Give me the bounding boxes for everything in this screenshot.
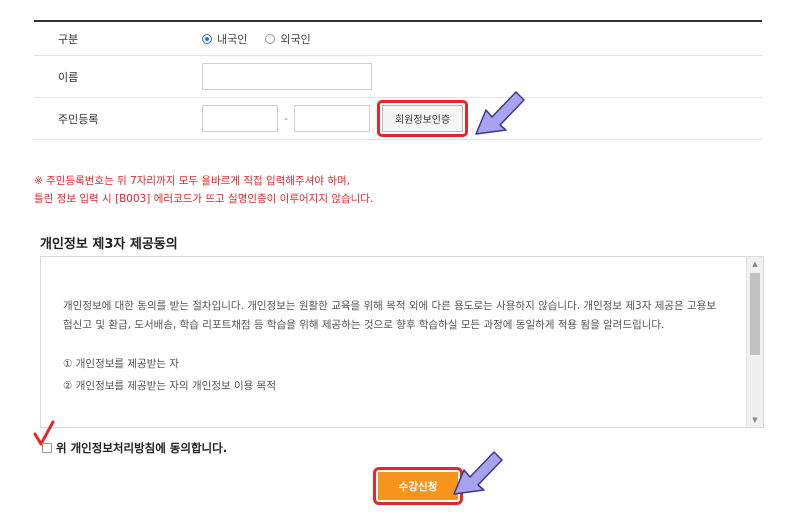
row-rrn: 주민등록 - 회원정보인증 bbox=[34, 98, 762, 140]
name-input[interactable] bbox=[202, 63, 372, 90]
terms-item-1: ① 개인정보를 제공받는 자 bbox=[63, 358, 180, 370]
verify-member-button[interactable]: 회원정보인증 bbox=[376, 100, 469, 137]
terms-content: 개인정보에 대한 동의를 받는 절차입니다. 개인정보는 원활한 교육을 위해 … bbox=[63, 297, 723, 397]
scroll-down-icon[interactable]: ▼ bbox=[747, 413, 763, 427]
agree-checkbox-row[interactable]: 위 개인정보처리방침에 동의합니다. bbox=[42, 440, 227, 456]
radio-domestic[interactable]: 내국인 bbox=[202, 31, 247, 47]
radio-selected-icon[interactable] bbox=[202, 33, 212, 44]
radio-domestic-label: 내국인 bbox=[217, 32, 248, 46]
row-nationality: 구분 내국인 외국인 bbox=[34, 22, 762, 56]
name-label: 이름 bbox=[58, 70, 79, 84]
terms-scrollbar[interactable]: ▲ ▼ bbox=[746, 257, 763, 427]
terms-list: ① 개인정보를 제공받는 자 ② 개인정보를 제공받는 자의 개인정보 이용 목… bbox=[63, 353, 723, 397]
agree-label: 위 개인정보처리방침에 동의합니다. bbox=[56, 441, 228, 455]
notice-line-2: 틀린 정보 입력 시 [B003] 에러코드가 뜨고 실명인증이 이루어지지 않… bbox=[34, 193, 374, 205]
agree-checkbox[interactable] bbox=[42, 443, 52, 453]
radio-foreigner[interactable]: 외국인 bbox=[265, 31, 311, 47]
radio-empty-icon[interactable] bbox=[265, 33, 276, 44]
member-info-form: 구분 내국인 외국인 이름 주민등록 - 회원정보인증 bbox=[34, 20, 762, 140]
verify-highlight-annotation bbox=[376, 100, 469, 137]
notice-line-1: ※ 주민등록번호는 뒤 7자리까지 모두 올바르게 직접 입력해주셔야 하며, bbox=[34, 175, 350, 187]
rrn-back-input[interactable] bbox=[293, 105, 370, 132]
terms-scroll-box[interactable]: 개인정보에 대한 동의를 받는 절차입니다. 개인정보는 원활한 교육을 위해 … bbox=[40, 256, 764, 428]
rrn-notice: ※ 주민등록번호는 뒤 7자리까지 모두 올바르게 직접 입력해주셔야 하며, … bbox=[34, 172, 373, 208]
row-name: 이름 bbox=[34, 56, 762, 98]
rrn-separator: - bbox=[284, 112, 288, 125]
nationality-options: 내국인 외국인 bbox=[202, 31, 762, 47]
section-title: 개인정보 제3자 제공동의 bbox=[40, 237, 178, 252]
pointer-arrow-icon bbox=[475, 91, 525, 135]
terms-item-2: ② 개인정보를 제공받는 자의 개인정보 이용 목적 bbox=[63, 380, 276, 392]
rrn-label: 주민등록 bbox=[58, 112, 99, 126]
nationality-label: 구분 bbox=[58, 32, 79, 46]
pointer-arrow-icon bbox=[453, 451, 503, 495]
scroll-up-icon[interactable]: ▲ bbox=[747, 257, 763, 271]
radio-foreigner-label: 외국인 bbox=[280, 32, 311, 46]
terms-paragraph: 개인정보에 대한 동의를 받는 절차입니다. 개인정보는 원활한 교육을 위해 … bbox=[63, 300, 717, 331]
submit-area: 수강신청 bbox=[373, 467, 463, 505]
scroll-thumb[interactable] bbox=[750, 273, 760, 355]
rrn-front-input[interactable] bbox=[202, 105, 278, 132]
